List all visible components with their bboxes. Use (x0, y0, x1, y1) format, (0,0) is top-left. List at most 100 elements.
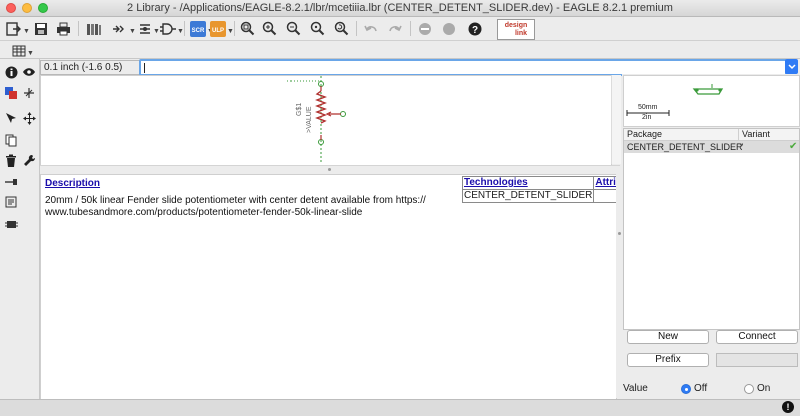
wrench-icon (23, 154, 35, 166)
description-link[interactable]: Description (45, 178, 100, 189)
symbol-value-label: >VALUE (306, 106, 313, 133)
variant-column-header[interactable]: Variant (738, 129, 770, 140)
description-body: 20mm / 50k linear Fender slide potentiom… (45, 195, 426, 218)
chevron-down-icon (787, 63, 796, 69)
ulp-icon: ULP (210, 20, 226, 37)
attribute-icon (5, 196, 17, 208)
undo-button[interactable] (364, 20, 378, 37)
stop-button[interactable] (418, 20, 432, 37)
move-tool[interactable] (21, 110, 37, 126)
minimize-window-button[interactable] (22, 3, 32, 13)
technologies-header[interactable]: Technologies (461, 176, 595, 190)
open-icon (6, 21, 21, 36)
left-tool-palette (0, 59, 40, 399)
stop-icon (419, 22, 431, 35)
value-off-radio[interactable] (681, 384, 691, 394)
value-on-label: On (757, 383, 771, 394)
value-on-radio[interactable] (744, 384, 754, 394)
info-tool[interactable] (3, 64, 19, 80)
description-text: 20mm / 50k linear Fender slide potentiom… (45, 195, 445, 219)
design-link-line2: link (514, 29, 528, 37)
mark-icon (24, 88, 34, 98)
delete-tool[interactable] (3, 152, 19, 168)
attribute-tool[interactable] (3, 194, 19, 210)
package-tool[interactable] (3, 216, 19, 232)
connect-button[interactable]: Connect (716, 330, 798, 344)
ulp-button[interactable]: ULP ▼ (210, 20, 234, 37)
package-preview: 50mm 2in (623, 75, 800, 127)
print-button[interactable] (56, 20, 71, 37)
pin-icon (5, 179, 17, 185)
grid-button[interactable]: ▼ (12, 42, 34, 59)
zoom-select-icon (310, 21, 325, 36)
value-off-label: Off (694, 383, 708, 394)
redraw-icon (334, 21, 349, 36)
design-link-button[interactable]: design link (497, 19, 535, 40)
prefix-button[interactable]: Prefix (627, 353, 709, 367)
layers-icon (5, 87, 17, 99)
copy-icon (5, 134, 17, 146)
gate-button[interactable]: ▼ (160, 20, 184, 37)
maximize-window-button[interactable] (38, 3, 48, 13)
prefix-field[interactable] (716, 353, 798, 367)
variant-name: '' (740, 142, 744, 152)
canvas-vertical-scrollbar[interactable] (611, 75, 621, 164)
move-icon (22, 111, 36, 125)
copy-tool[interactable] (3, 132, 19, 148)
redo-icon (389, 25, 402, 31)
zoom-out-button[interactable] (286, 20, 301, 37)
go-button[interactable] (442, 20, 456, 37)
new-button[interactable]: New (627, 330, 709, 344)
design-link-line1: design (504, 21, 528, 29)
symbol-graphic (287, 76, 346, 164)
library-icon (87, 23, 101, 35)
layer-tool[interactable] (3, 85, 19, 101)
scale-bottom-label: 2in (642, 114, 652, 121)
redo-button[interactable] (388, 20, 402, 37)
status-bar: ! (0, 399, 800, 416)
connect-icon (140, 23, 150, 34)
mark-tool[interactable] (21, 85, 37, 101)
save-button[interactable] (34, 20, 48, 37)
trash-icon (6, 154, 16, 167)
package-column-header[interactable]: Package (627, 129, 662, 140)
package-name: CENTER_DETENT_SLIDER (627, 142, 743, 152)
table-row[interactable]: CENTER_DETENT_SLIDER '' ✔ (624, 141, 799, 153)
command-history-dropdown[interactable] (785, 59, 798, 74)
technology-name: CENTER_DETENT_SLIDER (461, 189, 595, 203)
library-button[interactable] (86, 20, 102, 37)
info-icon (5, 66, 17, 78)
add-pin-tool[interactable] (3, 174, 19, 190)
zoom-in-button[interactable] (262, 20, 277, 37)
go-icon (443, 22, 455, 35)
device-canvas[interactable]: G$1 >VALUE (40, 75, 612, 166)
eye-icon (23, 68, 35, 76)
grid-icon (12, 45, 26, 56)
redraw-button[interactable] (334, 20, 349, 37)
print-icon (57, 22, 70, 35)
window-title: 2 Library - /Applications/EAGLE-8.2.1/lb… (127, 2, 673, 14)
pin-button[interactable]: ▼ (112, 20, 136, 37)
zoom-select-button[interactable] (310, 20, 325, 37)
parameter-toolbar: ▼ (0, 41, 800, 59)
package-table: Package Variant CENTER_DETENT_SLIDER '' … (623, 128, 800, 330)
coordinate-display: 0.1 inch (-1.6 0.5) (40, 60, 141, 75)
change-tool[interactable] (21, 152, 37, 168)
move-select-tool[interactable] (3, 110, 19, 126)
warning-icon[interactable]: ! (782, 401, 794, 413)
gate-icon (160, 22, 176, 35)
check-icon: ✔ (789, 141, 798, 152)
zoom-in-icon (262, 21, 277, 36)
show-tool[interactable] (21, 64, 37, 80)
close-window-button[interactable] (6, 3, 16, 13)
zoom-fit-button[interactable] (240, 20, 255, 37)
save-icon (35, 22, 47, 35)
open-button[interactable]: ▼ (6, 20, 30, 37)
svg-text:ULP: ULP (212, 28, 224, 34)
symbol-name-label: G$1 (296, 102, 303, 116)
package-icon (4, 220, 18, 228)
zoom-out-icon (286, 21, 301, 36)
connect-button-tb[interactable]: ▼ (138, 20, 160, 37)
help-button[interactable]: ? (468, 20, 482, 37)
undo-icon (364, 25, 377, 31)
